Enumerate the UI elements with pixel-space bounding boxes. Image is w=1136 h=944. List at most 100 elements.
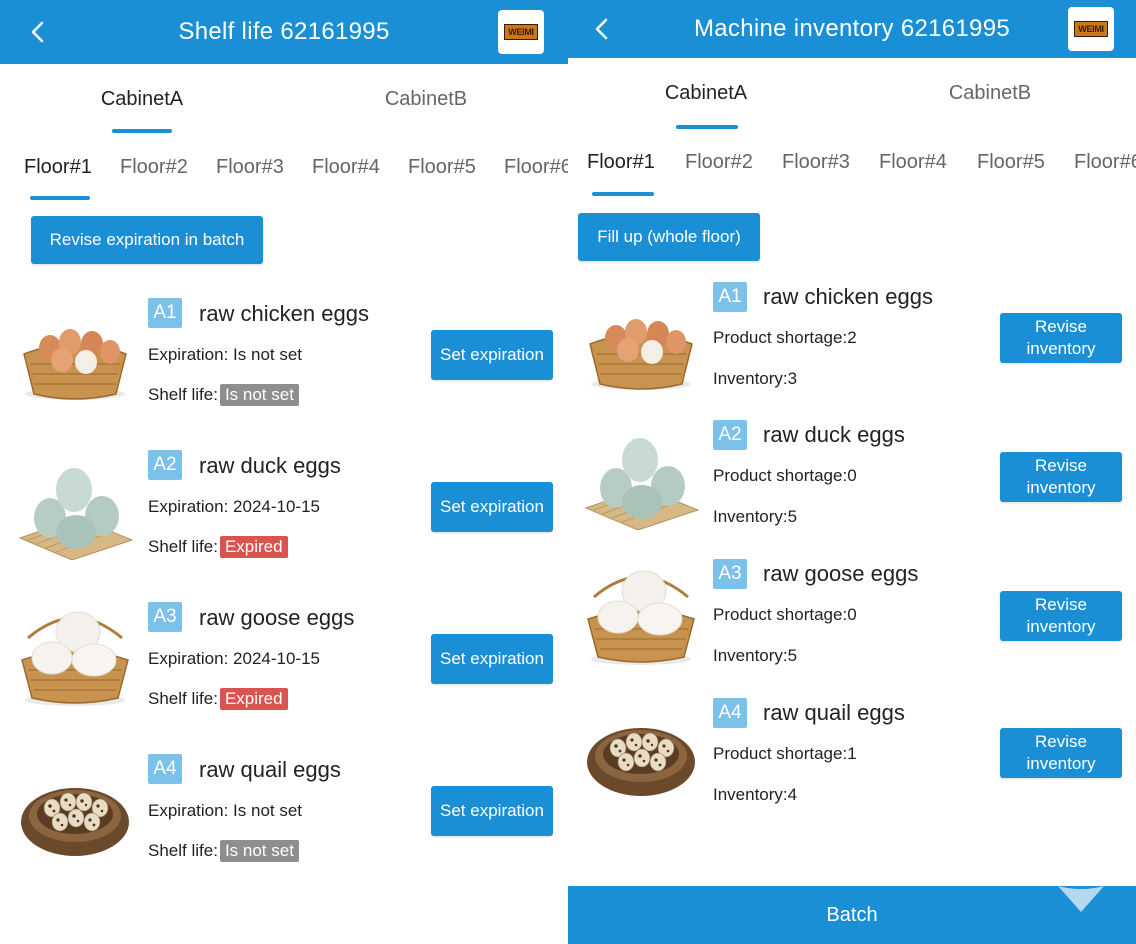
floor-tab-indicator [30,196,90,200]
slot-badge: A3 [713,559,747,589]
product-name: raw chicken eggs [763,284,933,309]
expiration-text: Expiration: 2024-10-15 [148,649,321,668]
expiration-text: Expiration: Is not set [148,801,303,820]
set-expiration-button[interactable]: Set expiration [431,786,553,836]
shelf-life-row: Shelf life: Expired [148,688,288,710]
tab-floor-4[interactable]: Floor#4 [312,156,380,179]
slot-badge: A3 [148,602,182,632]
floor-tabs: Floor#1 Floor#2 Floor#3 Floor#4 Floor#5 … [0,156,568,186]
tab-floor-3[interactable]: Floor#3 [216,156,284,179]
tab-floor-2[interactable]: Floor#2 [685,151,753,174]
batch-button[interactable]: Batch [568,886,1136,944]
shelf-life-label: Shelf life: [148,385,218,404]
duck-eggs-mat-image [584,438,700,530]
revise-inventory-button[interactable]: Revise inventory [1000,313,1122,363]
goose-eggs-basket-image [587,570,695,665]
product-name: raw quail eggs [199,757,341,782]
product-shortage-text: Product shortage:1 [713,744,857,763]
chicken-eggs-basket-image [589,319,693,390]
tab-floor-3[interactable]: Floor#3 [782,151,850,174]
inventory-count-text: Inventory:5 [713,507,798,526]
slot-badge: A2 [148,450,182,480]
slot-badge: A2 [713,420,747,450]
product-shortage-text: Product shortage:2 [713,328,857,347]
tab-cabinet-b[interactable]: CabinetB [284,88,568,111]
list-item: A1 raw chicken eggs Expiration: Is not s… [0,290,568,420]
floating-chevron-icon [1058,886,1104,912]
list-item: A1 raw chicken eggs Product shortage:2 I… [568,280,1136,410]
product-name: raw duck eggs [763,422,905,447]
product-name: raw goose eggs [763,561,919,586]
tab-floor-1[interactable]: Floor#1 [24,156,92,179]
slot-badge: A4 [148,754,182,784]
inventory-count-text: Inventory:3 [713,369,798,388]
product-shortage-text: Product shortage:0 [713,605,857,624]
brand-logo: WEIMI [498,10,544,54]
shelf-life-label: Shelf life: [148,537,218,556]
page-title: Shelf life 62161995 [178,18,390,45]
inventory-header: Machine inventory 62161995 WEIMI [568,0,1136,58]
shelf-life-label: Shelf life: [148,689,218,708]
tab-floor-6[interactable]: Floor#6 [1074,151,1136,174]
revise-inventory-button[interactable]: Revise inventory [1000,728,1122,778]
product-name: raw chicken eggs [199,301,369,326]
list-item: A2 raw duck eggs Expiration: 2024-10-15 … [0,442,568,572]
inventory-count-text: Inventory:4 [713,785,798,804]
cabinet-tab-indicator [112,129,172,133]
list-item: A3 raw goose eggs Product shortage:0 Inv… [568,557,1136,687]
tab-floor-6[interactable]: Floor#6 [504,156,568,179]
quail-eggs-nest-image [21,788,129,856]
back-arrow-icon[interactable] [588,15,616,43]
brand-logo: WEIMI [1068,7,1114,51]
brand-logo-text: WEIMI [504,24,538,40]
expiration-text: Expiration: 2024-10-15 [148,497,321,516]
tab-cabinet-a[interactable]: CabinetA [0,88,284,111]
revise-expiration-batch-button[interactable]: Revise expiration in batch [31,216,263,264]
list-item: A4 raw quail eggs Product shortage:1 Inv… [568,696,1136,826]
list-item: A3 raw goose eggs Expiration: 2024-10-15… [0,594,568,724]
inventory-count-text: Inventory:5 [713,646,798,665]
revise-inventory-button[interactable]: Revise inventory [1000,452,1122,502]
cabinet-tab-indicator [676,125,738,129]
list-item: A4 raw quail eggs Expiration: Is not set… [0,746,568,876]
duck-eggs-mat-image [18,468,134,560]
expiration-text: Expiration: Is not set [148,345,303,364]
shelf-life-header: Shelf life 62161995 WEIMI [0,0,568,64]
product-name: raw goose eggs [199,605,355,630]
set-expiration-button[interactable]: Set expiration [431,634,553,684]
fill-up-whole-floor-button[interactable]: Fill up (whole floor) [578,213,760,261]
status-badge: Is not set [219,840,299,862]
back-arrow-icon[interactable] [24,18,52,46]
status-badge: Expired [219,536,288,558]
batch-label: Batch [826,903,878,926]
product-shortage-text: Product shortage:0 [713,466,857,485]
page-title: Machine inventory 62161995 [693,15,1010,42]
shelf-life-row: Shelf life: Is not set [148,840,299,862]
tab-cabinet-a[interactable]: CabinetA [568,82,844,105]
goose-eggs-basket-image [21,611,129,706]
product-name: raw duck eggs [199,453,341,478]
set-expiration-button[interactable]: Set expiration [431,482,553,532]
revise-inventory-button[interactable]: Revise inventory [1000,591,1122,641]
slot-badge: A4 [713,698,747,728]
slot-badge: A1 [713,282,747,312]
product-name: raw quail eggs [763,700,905,725]
machine-inventory-screen: Machine inventory 62161995 WEIMI Cabinet… [568,0,1136,944]
tab-floor-4[interactable]: Floor#4 [879,151,947,174]
status-badge: Is not set [219,384,299,406]
tab-floor-1[interactable]: Floor#1 [587,151,655,174]
shelf-life-row: Shelf life: Expired [148,536,288,558]
shelf-life-row: Shelf life: Is not set [148,384,299,406]
list-item: A2 raw duck eggs Product shortage:0 Inve… [568,418,1136,548]
status-badge: Expired [219,688,288,710]
shelf-life-screen: Shelf life 62161995 WEIMI CabinetA Cabin… [0,0,568,944]
set-expiration-button[interactable]: Set expiration [431,330,553,380]
tab-floor-5[interactable]: Floor#5 [977,151,1045,174]
slot-badge: A1 [148,298,182,328]
cabinet-tabs: CabinetA CabinetB [0,88,568,111]
tab-floor-5[interactable]: Floor#5 [408,156,476,179]
tab-floor-2[interactable]: Floor#2 [120,156,188,179]
shelf-life-label: Shelf life: [148,841,218,860]
tab-cabinet-b[interactable]: CabinetB [844,82,1136,105]
brand-logo-text: WEIMI [1074,21,1108,37]
